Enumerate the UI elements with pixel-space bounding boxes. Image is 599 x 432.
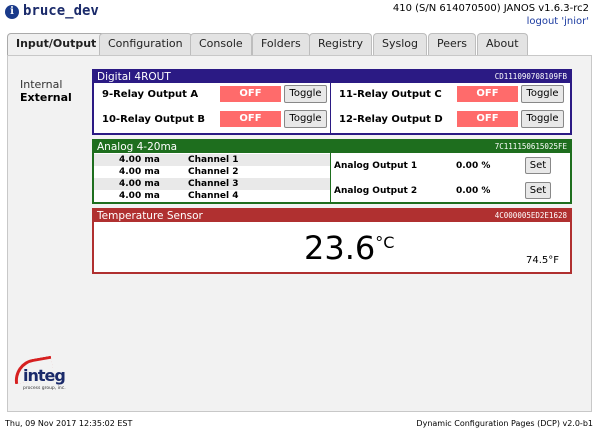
relay-state-badge: OFF bbox=[220, 86, 281, 102]
side-nav: Internal External bbox=[20, 78, 72, 104]
analog-input-value: 4.00 ma bbox=[119, 167, 160, 177]
analog-input-value: 4.00 ma bbox=[119, 191, 160, 201]
temperature-celsius-unit: °C bbox=[375, 233, 395, 252]
temperature-fahrenheit: 74.5°F bbox=[526, 255, 560, 266]
temperature-celsius: 23.6°C bbox=[304, 229, 394, 267]
relay-label: 10-Relay Output B bbox=[102, 114, 205, 125]
relay-state-badge: OFF bbox=[457, 86, 518, 102]
digital-module-header: Digital 4ROUT CD111090708109FB bbox=[94, 71, 570, 83]
digital-module-title: Digital 4ROUT bbox=[97, 71, 171, 83]
footer: Thu, 09 Nov 2017 12:35:02 EST Dynamic Co… bbox=[0, 415, 599, 432]
app-header: i bruce_dev 410 (S/N 614070500) JANOS v1… bbox=[0, 0, 599, 30]
analog-input-channel: Channel 4 bbox=[188, 191, 239, 201]
relay-row-a: 9-Relay Output A OFF Toggle bbox=[94, 84, 327, 106]
brand-subtitle: process group, inc. bbox=[23, 386, 66, 391]
analog-input-row: 4.00 ma Channel 1 bbox=[94, 154, 330, 166]
digital-module-serial: CD111090708109FB bbox=[494, 72, 567, 81]
analog-output-value: 0.00 % bbox=[456, 161, 491, 171]
tab-folders[interactable]: Folders bbox=[252, 33, 310, 55]
toggle-relay-c-button[interactable]: Toggle bbox=[521, 85, 564, 103]
relay-label: 11-Relay Output C bbox=[339, 89, 442, 100]
info-logo-icon: i bbox=[5, 5, 19, 19]
digital-module: Digital 4ROUT CD111090708109FB 9-Relay O… bbox=[92, 69, 572, 135]
analog-input-value: 4.00 ma bbox=[119, 179, 160, 189]
analog-input-row: 4.00 ma Channel 3 bbox=[94, 178, 330, 190]
device-info: 410 (S/N 614070500) JANOS v1.6.3-rc2 bbox=[392, 3, 589, 14]
toggle-relay-b-button[interactable]: Toggle bbox=[284, 110, 327, 128]
temperature-module-header: Temperature Sensor 4C000005ED2E1628 bbox=[94, 210, 570, 222]
analog-input-channel: Channel 2 bbox=[188, 167, 239, 177]
main-tabs: Input/Output Configuration Console Folde… bbox=[7, 33, 592, 56]
nav-internal[interactable]: Internal bbox=[20, 78, 72, 91]
relay-row-b: 10-Relay Output B OFF Toggle bbox=[94, 109, 327, 131]
temperature-module-title: Temperature Sensor bbox=[97, 210, 203, 222]
set-analog-output-1-button[interactable]: Set bbox=[525, 157, 551, 174]
footer-version: Dynamic Configuration Pages (DCP) v2.0-b… bbox=[416, 419, 593, 428]
temperature-module: Temperature Sensor 4C000005ED2E1628 23.6… bbox=[92, 208, 572, 274]
analog-output-label: Analog Output 2 bbox=[334, 186, 418, 196]
tab-configuration[interactable]: Configuration bbox=[99, 33, 192, 55]
tab-about[interactable]: About bbox=[477, 33, 528, 55]
temperature-module-serial: 4C000005ED2E1628 bbox=[494, 211, 567, 220]
io-panel: Internal External Digital 4ROUT CD111090… bbox=[7, 55, 592, 412]
analog-output-label: Analog Output 1 bbox=[334, 161, 418, 171]
tab-console[interactable]: Console bbox=[190, 33, 252, 55]
brand-name: integ bbox=[23, 366, 66, 385]
tab-registry[interactable]: Registry bbox=[309, 33, 373, 55]
analog-output-row: Analog Output 1 0.00 % Set bbox=[332, 155, 570, 177]
relay-state-badge: OFF bbox=[220, 111, 281, 127]
relay-state-badge: OFF bbox=[457, 111, 518, 127]
toggle-relay-a-button[interactable]: Toggle bbox=[284, 85, 327, 103]
analog-output-row: Analog Output 2 0.00 % Set bbox=[332, 180, 570, 202]
analog-input-row: 4.00 ma Channel 4 bbox=[94, 190, 330, 202]
nav-external[interactable]: External bbox=[20, 91, 72, 104]
relay-row-c: 11-Relay Output C OFF Toggle bbox=[331, 84, 564, 106]
divider bbox=[330, 153, 331, 204]
relay-label: 9-Relay Output A bbox=[102, 89, 199, 100]
relay-row-d: 12-Relay Output D OFF Toggle bbox=[331, 109, 564, 131]
temperature-celsius-value: 23.6 bbox=[304, 229, 376, 267]
logout-link[interactable]: logout 'jnior' bbox=[527, 16, 589, 27]
set-analog-output-2-button[interactable]: Set bbox=[525, 182, 551, 199]
analog-input-value: 4.00 ma bbox=[119, 155, 160, 165]
footer-timestamp: Thu, 09 Nov 2017 12:35:02 EST bbox=[5, 419, 133, 428]
app-title: bruce_dev bbox=[23, 3, 99, 19]
analog-module-serial: 7C111150615025FE bbox=[494, 142, 567, 151]
analog-module-header: Analog 4-20ma 7C111150615025FE bbox=[94, 141, 570, 153]
tab-syslog[interactable]: Syslog bbox=[373, 33, 427, 55]
tab-input-output[interactable]: Input/Output bbox=[7, 33, 106, 56]
analog-module-title: Analog 4-20ma bbox=[97, 141, 178, 153]
toggle-relay-d-button[interactable]: Toggle bbox=[521, 110, 564, 128]
analog-output-value: 0.00 % bbox=[456, 186, 491, 196]
analog-input-row: 4.00 ma Channel 2 bbox=[94, 166, 330, 178]
analog-input-channel: Channel 3 bbox=[188, 179, 239, 189]
tab-peers[interactable]: Peers bbox=[428, 33, 477, 55]
analog-module: Analog 4-20ma 7C111150615025FE 4.00 ma C… bbox=[92, 139, 572, 204]
analog-input-channel: Channel 1 bbox=[188, 155, 239, 165]
integ-logo: integ process group, inc. bbox=[11, 355, 79, 395]
relay-label: 12-Relay Output D bbox=[339, 114, 443, 125]
